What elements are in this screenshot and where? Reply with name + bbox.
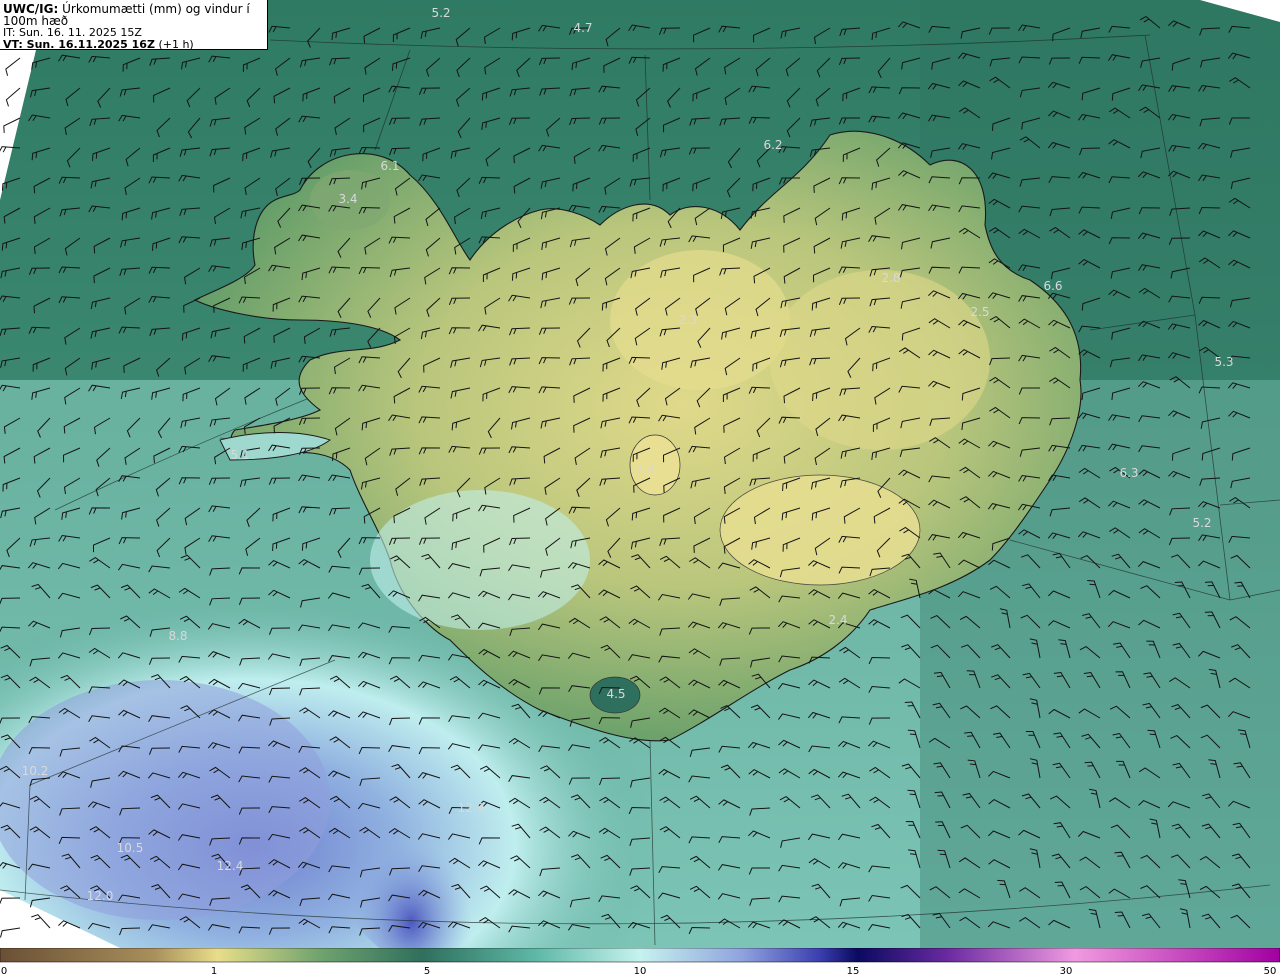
precip-value-label: 4.7 xyxy=(573,21,592,35)
color-scale-legend: 0 1 5 10 15 30 50 xyxy=(0,948,1280,978)
precip-value-label: 12.9 xyxy=(458,801,485,815)
lead-time: (+1 h) xyxy=(158,38,194,51)
precip-value-label: 2.4 xyxy=(635,463,654,477)
precip-value-label: 4.5 xyxy=(606,687,625,701)
precip-value-label: 5.1 xyxy=(230,448,249,462)
weather-map: 5.2 4.7 6.2 6.1 3.4 2.8 6.6 2.5 2.3 5.3 2.4 6.3 5.2 5… xyxy=(0,0,1280,948)
legend-tick-30: 30 xyxy=(1059,966,1073,977)
precip-value-label: 5.3 xyxy=(1214,355,1233,369)
precip-value-label: 6.3 xyxy=(1119,466,1138,480)
precip-value-label: 3.4 xyxy=(338,192,357,206)
valid-time: VT: Sun. 16.11.2025 16Z xyxy=(3,38,155,51)
precip-value-label: 6.2 xyxy=(763,138,782,152)
legend-tick-15: 15 xyxy=(846,966,860,977)
precip-value-label: 2.3 xyxy=(678,313,697,327)
precip-value-label: 2.4 xyxy=(828,613,847,627)
color-scale-bar xyxy=(0,948,1280,963)
precip-value-label: 5.2 xyxy=(1192,516,1211,530)
precip-value-label: 6.1 xyxy=(380,159,399,173)
precip-value-label: 6.6 xyxy=(1043,279,1062,293)
legend-tick-10: 10 xyxy=(633,966,647,977)
legend-tick-1: 1 xyxy=(210,966,218,977)
precip-value-label: 10.2 xyxy=(22,764,49,778)
precip-value-label: 8.8 xyxy=(168,629,187,643)
map-title-box: UWC/IG: Úrkomumætti (mm) og vindur í 100… xyxy=(0,0,268,51)
sea-precip-west xyxy=(0,680,330,920)
legend-tick-5: 5 xyxy=(423,966,431,977)
precip-value-label: 2.5 xyxy=(970,305,989,319)
precip-value-label: 10.5 xyxy=(117,841,144,855)
title-line: UWC/IG: Úrkomumætti (mm) og vindur í 100… xyxy=(3,3,267,27)
legend-tick-50: 50 xyxy=(1263,966,1277,977)
precip-value-label: 2.8 xyxy=(881,271,900,285)
precip-value-label: 12.0 xyxy=(87,889,114,903)
precip-value-label: 5.2 xyxy=(431,6,450,20)
precip-value-label: 12.4 xyxy=(217,859,244,873)
valid-time-line: VT: Sun. 16.11.2025 16Z (+1 h) xyxy=(3,39,267,51)
legend-tick-0: 0 xyxy=(0,966,8,977)
highland-east xyxy=(770,270,990,450)
